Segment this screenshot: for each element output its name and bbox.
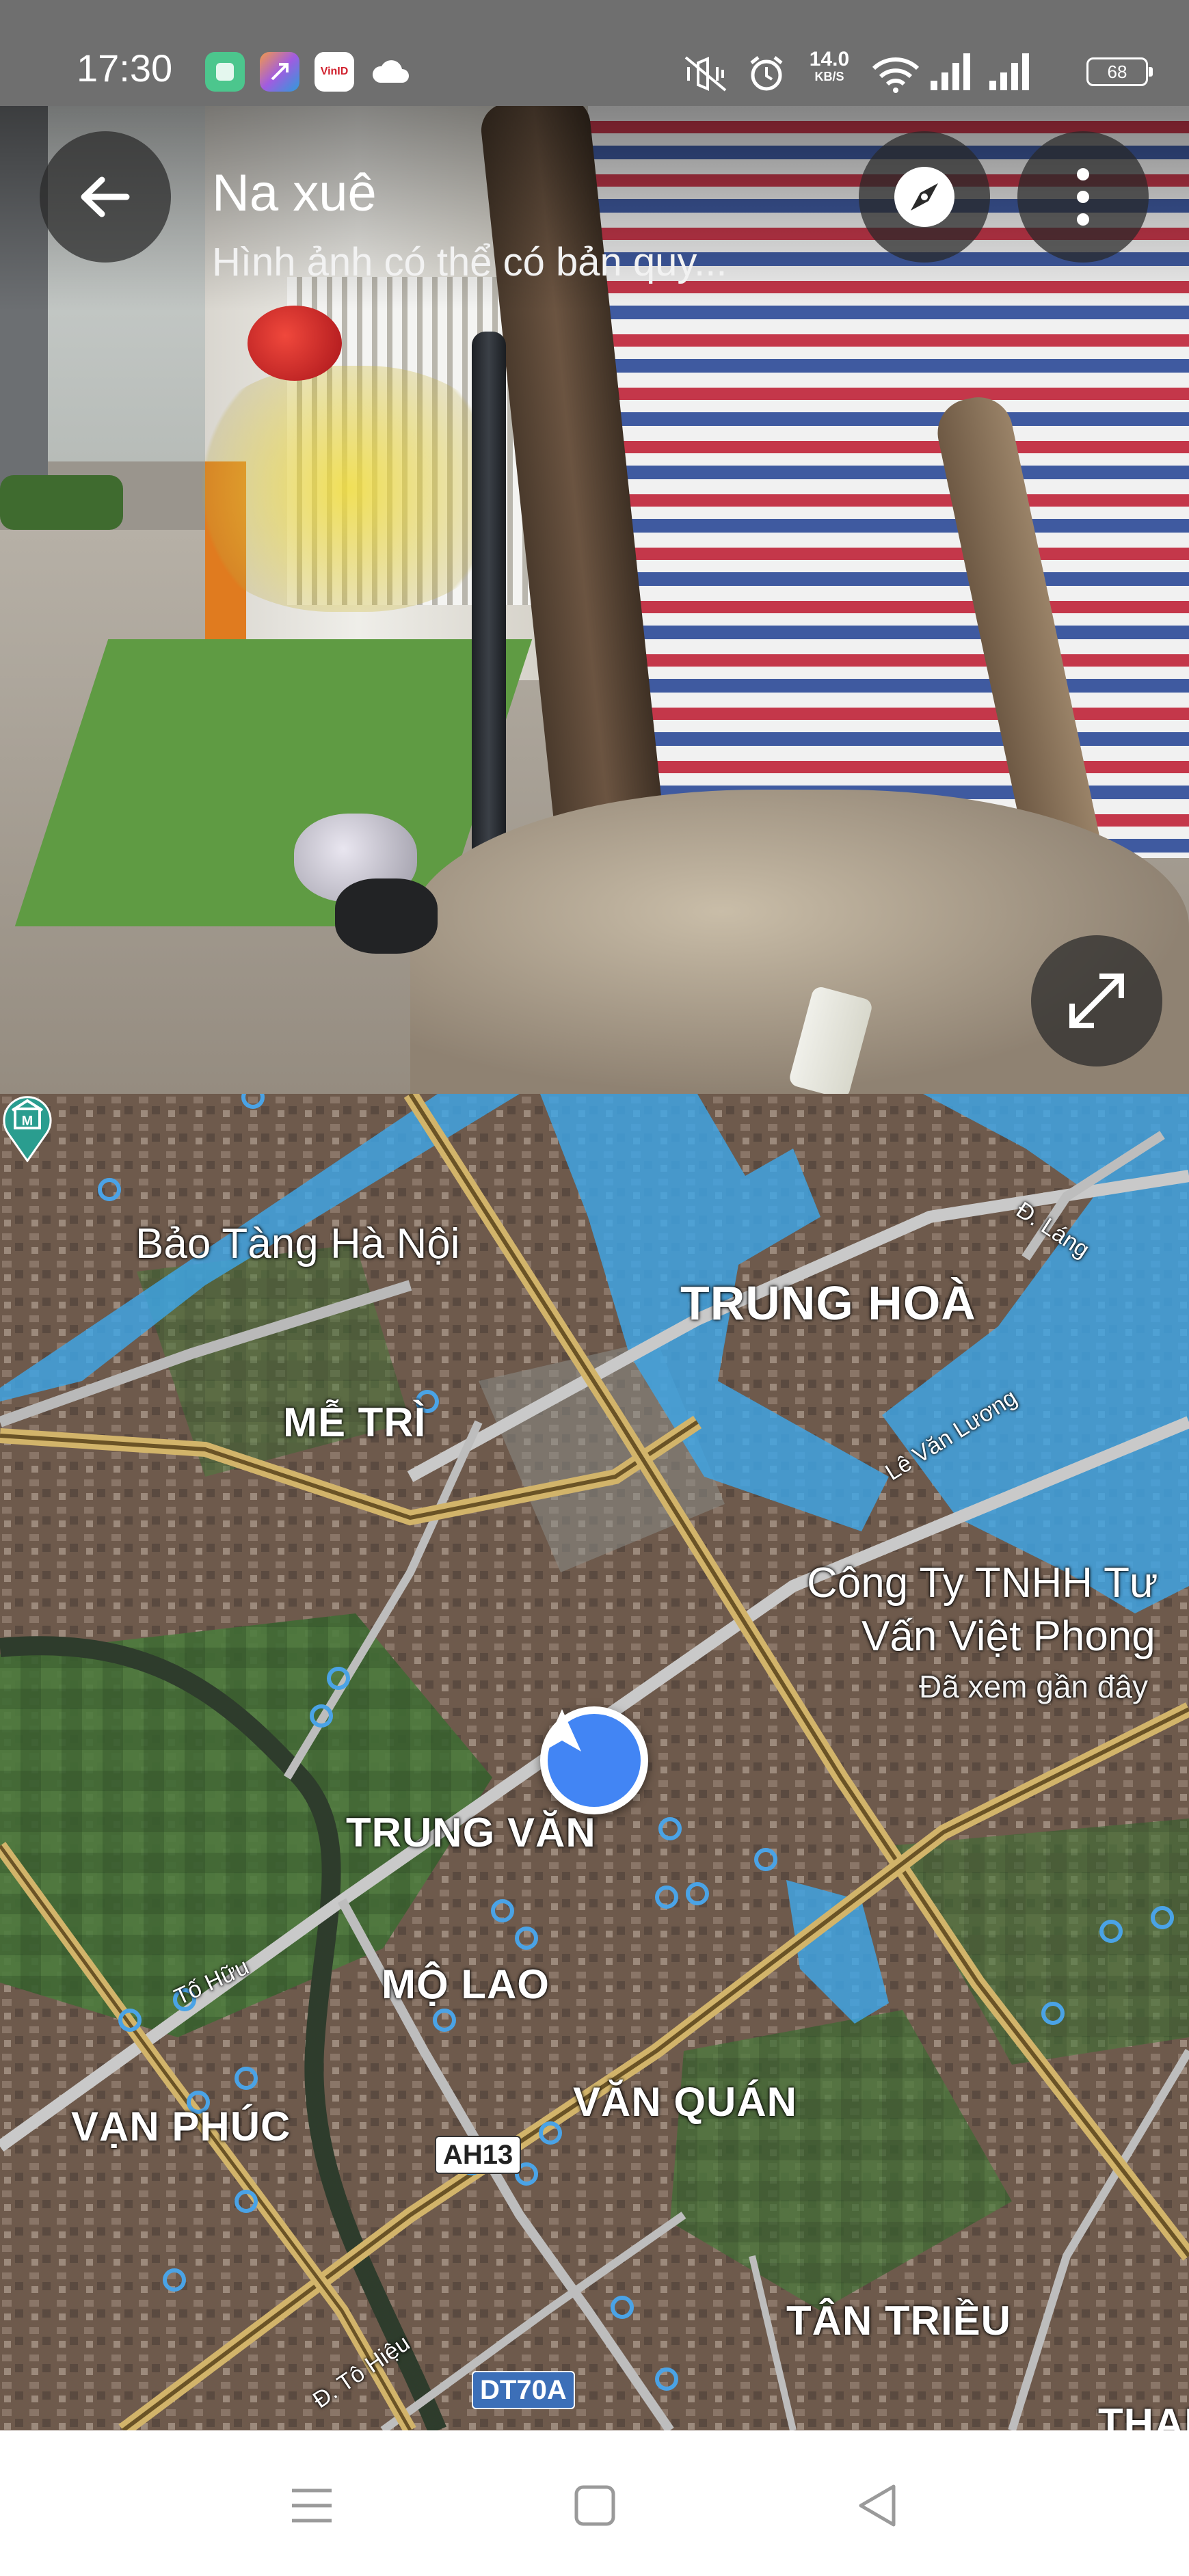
home-square-icon	[574, 2485, 615, 2526]
status-right: 14.0 KB/S 68	[683, 45, 1153, 100]
navigation-arrow-icon	[543, 1709, 581, 1752]
recent-apps-button[interactable]	[271, 2465, 353, 2547]
district-trung-van: TRUNG VĂN	[346, 1810, 596, 1855]
cloud-icon	[369, 52, 413, 92]
sv-black-bag	[335, 878, 438, 954]
company-status: Đã xem gần đây	[919, 1669, 1148, 1704]
satellite-map[interactable]: M Bảo Tàng Hà Nội TRUNG HOÀ MỄ TRÌ Công …	[0, 1094, 1189, 2430]
district-tan-trieu: TÂN TRIỀU	[786, 2298, 1011, 2344]
district-trung-hoa: TRUNG HOÀ	[680, 1276, 976, 1330]
sv-lantern	[248, 306, 342, 381]
district-van-quan: VĂN QUÁN	[573, 2079, 798, 2125]
compass-button[interactable]	[859, 131, 990, 263]
menu-icon	[292, 2488, 332, 2523]
network-speed-unit: KB/S	[814, 70, 844, 83]
company-label-line2[interactable]: Vấn Việt Phong	[861, 1612, 1155, 1661]
green-app-icon	[205, 52, 245, 92]
wifi-icon	[872, 57, 920, 93]
museum-pin-icon[interactable]: M	[0, 1094, 55, 1162]
alarm-icon	[750, 56, 783, 91]
vinid-app-icon: VinID	[315, 52, 354, 92]
svg-text:M: M	[22, 1114, 34, 1129]
back-triangle-icon	[859, 2484, 896, 2527]
shield-ah13: AH13	[435, 2136, 522, 2174]
back-button[interactable]	[40, 131, 171, 263]
shield-dt70a: DT70A	[472, 2371, 575, 2409]
sv-blossom-tree	[185, 366, 513, 612]
network-speed-value: 14.0	[809, 48, 850, 70]
district-me-tri: MỄ TRÌ	[283, 1399, 427, 1445]
street-view-title: Na xuê	[212, 164, 377, 222]
back-nav-button[interactable]	[836, 2465, 918, 2547]
sv-lamp-pole	[472, 332, 506, 906]
compass-icon	[894, 167, 954, 227]
expand-button[interactable]	[1031, 935, 1162, 1066]
district-than: THAN	[1098, 2400, 1189, 2430]
status-bar: 17:30 VinID 14.0 KB/S 68	[0, 0, 1189, 106]
more-options-button[interactable]	[1017, 131, 1149, 263]
district-mo-lao: MỘ LAO	[382, 1961, 550, 2007]
system-nav-bar	[0, 2430, 1189, 2576]
street-view-subtitle[interactable]: Hình ảnh có thể có bản quy...	[212, 243, 727, 282]
network-speed: 14.0 KB/S	[798, 48, 861, 84]
company-label-line1[interactable]: Công Ty TNHH Tư	[807, 1559, 1158, 1607]
expand-icon	[1069, 974, 1124, 1028]
battery-indicator: 68	[1086, 57, 1153, 86]
mute-vibrate-icon	[684, 56, 727, 92]
colorful-app-icon	[260, 52, 299, 92]
street-view-panel[interactable]: Na xuê Hình ảnh có thể có bản quy...	[0, 106, 1189, 1094]
current-location-marker[interactable]	[540, 1706, 648, 1814]
location-marker-inner	[543, 1709, 641, 1807]
district-van-phuc: VẠN PHÚC	[71, 2104, 291, 2149]
signal-icon-2	[989, 53, 1029, 90]
signal-icon-1	[931, 53, 970, 90]
museum-label[interactable]: Bảo Tàng Hà Nội	[135, 1220, 459, 1268]
status-time: 17:30	[77, 46, 173, 90]
notification-icons: VinID	[205, 52, 413, 92]
sv-hedge	[0, 475, 123, 530]
arrow-left-icon	[81, 176, 130, 217]
home-button[interactable]	[554, 2465, 636, 2547]
more-vertical-icon	[1077, 168, 1089, 226]
